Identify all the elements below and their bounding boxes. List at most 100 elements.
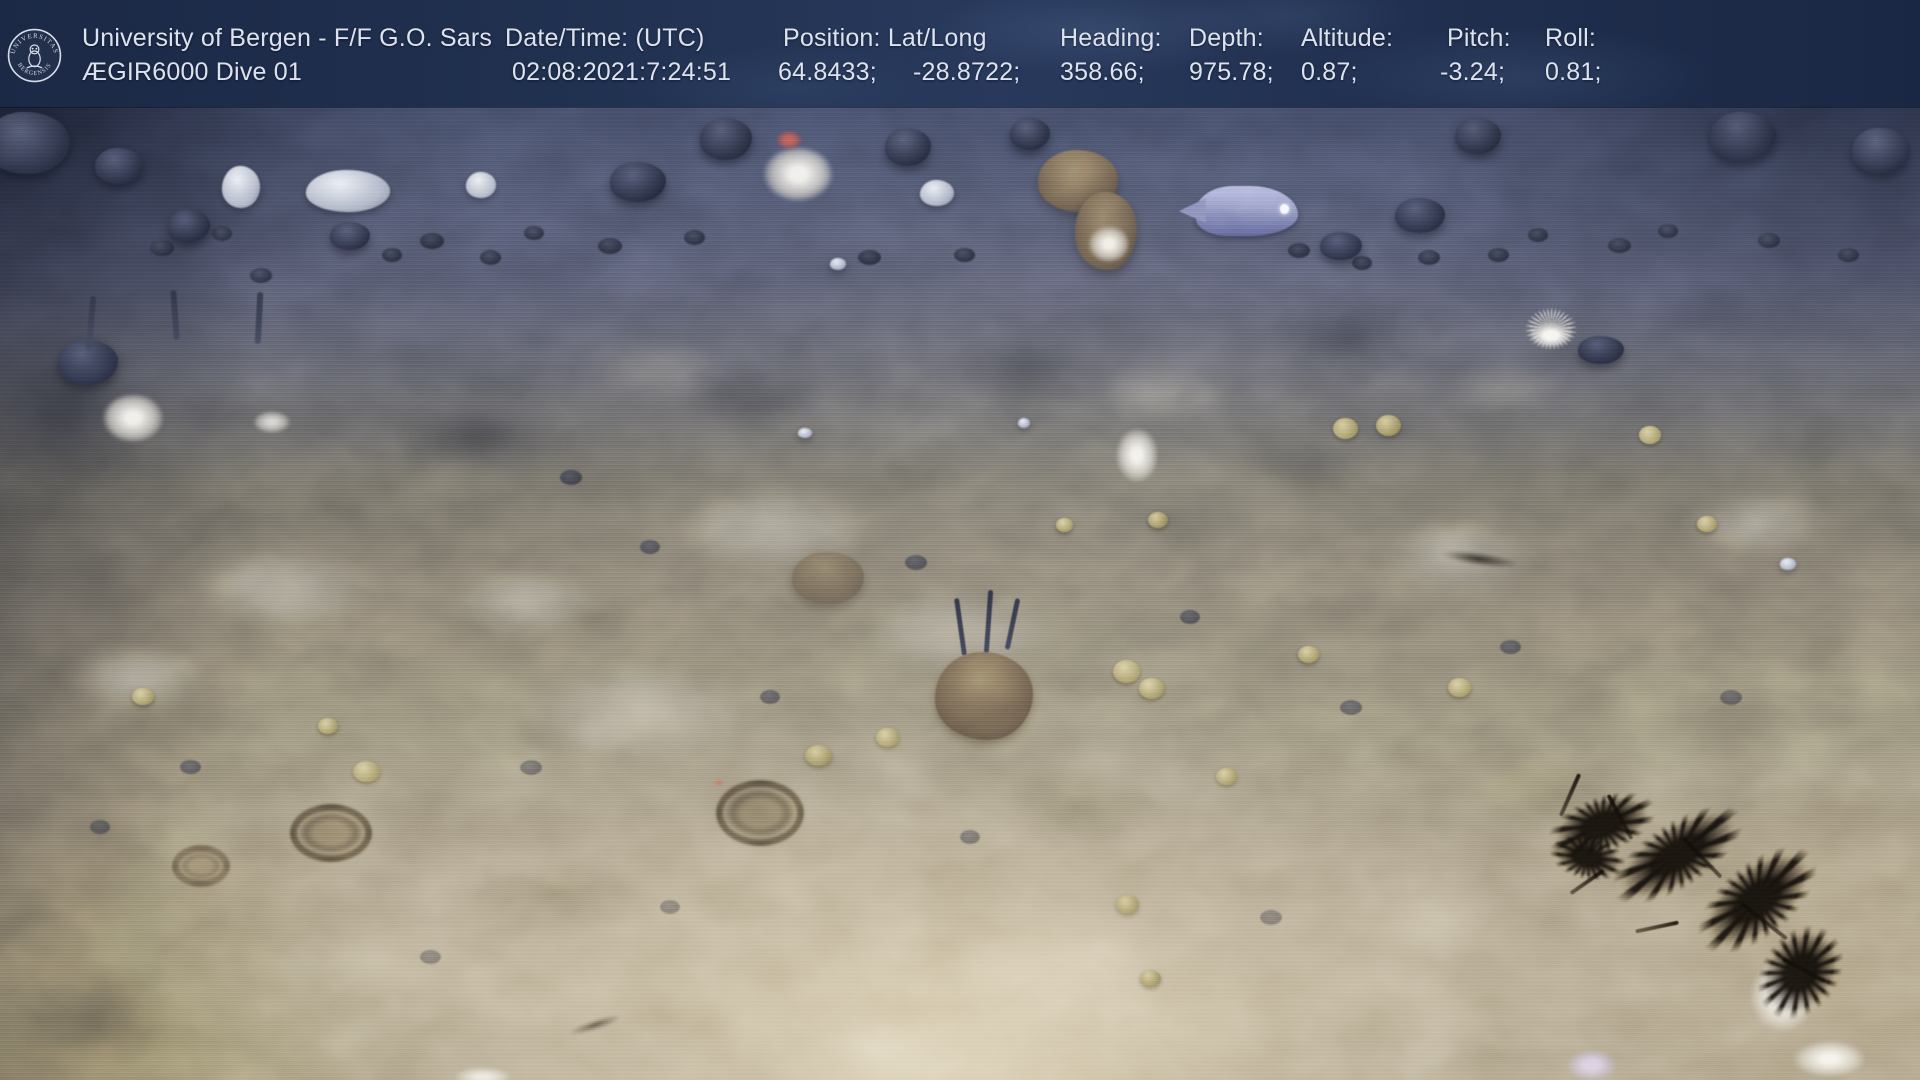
scene-feature-rock — [330, 222, 370, 250]
depth-label: Depth: — [1189, 24, 1264, 53]
position-lat-value: 64.8433; — [778, 58, 877, 87]
rov-video-frame: UNIVERSITAS BERGENSIS University of Berg… — [0, 0, 1920, 1080]
scene-feature-pebble — [905, 555, 927, 570]
scene-feature-pl — [420, 555, 630, 650]
scene-feature-ball — [805, 745, 832, 766]
dive-title: ÆGIR6000 Dive 01 — [82, 58, 302, 87]
scene-feature-rock — [610, 162, 666, 202]
roll-value: 0.81; — [1545, 58, 1602, 87]
scene-feature-ball — [318, 718, 338, 734]
scene-feature-pebble — [1260, 910, 1282, 925]
scene-feature-sponge — [93, 386, 173, 450]
scene-feature-ball — [1448, 678, 1471, 697]
datetime-label: Date/Time: (UTC) — [505, 24, 705, 53]
scene-feature-pebble — [180, 760, 201, 774]
scene-feature-pl — [1655, 475, 1865, 570]
scene-feature-pl — [30, 630, 240, 725]
vessel-title: University of Bergen - F/F G.O. Sars — [82, 24, 492, 53]
scene-feature-ball — [1697, 516, 1717, 532]
scene-feature-rock — [885, 128, 931, 166]
scene-feature-pdw — [960, 760, 1200, 860]
scene-feature-pebble — [1288, 243, 1310, 258]
scene-feature-pebble — [480, 250, 501, 265]
scene-feature-pebble — [420, 233, 444, 249]
scene-feature-mound — [792, 552, 864, 604]
scene-feature-pl — [545, 322, 755, 417]
scene-feature-sponge — [1782, 1035, 1877, 1080]
scene-feature-pebble — [560, 470, 582, 485]
scene-feature-stone — [466, 172, 496, 198]
scene-feature-spike — [1635, 920, 1679, 933]
scene-feature-pebble — [760, 690, 780, 704]
scene-feature-rock — [95, 148, 143, 184]
scene-feature-rock — [1010, 118, 1050, 150]
scene-feature-pd — [1225, 428, 1395, 503]
scene-feature-pd — [1235, 295, 1445, 380]
scene-feature-stone — [222, 166, 260, 208]
scene-feature-pebble — [1180, 610, 1200, 624]
scene-feature-ring — [290, 804, 372, 862]
scene-feature-ball — [876, 728, 899, 747]
scene-feature-pebble — [1658, 224, 1678, 238]
scene-feature-rock — [0, 112, 70, 174]
scene-feature-pl — [625, 465, 915, 590]
pitch-value: -3.24; — [1440, 58, 1505, 87]
scene-feature-pebble — [954, 248, 975, 262]
scene-feature-pebble — [598, 238, 622, 254]
scene-feature-pebble — [660, 900, 680, 914]
scene-feature-pl — [150, 530, 420, 645]
scene-feature-lav — [1560, 1045, 1624, 1080]
scene-feature-ball — [1376, 415, 1401, 436]
scene-feature-pebble — [1608, 238, 1631, 253]
scene-feature-ball — [1298, 646, 1319, 663]
scene-feature-pebble — [212, 226, 232, 241]
scene-feature-pebble — [1488, 248, 1509, 262]
scene-feature-mound — [935, 652, 1033, 740]
scene-feature-ball — [1148, 512, 1168, 528]
scene-feature-stone — [1018, 418, 1030, 428]
scene-feature-twig — [560, 1008, 631, 1043]
scene-feature-ball — [1140, 970, 1161, 987]
scene-feature-rock — [1320, 232, 1362, 260]
scene-feature-pl — [1420, 352, 1590, 427]
scene-feature-sponge — [1110, 420, 1164, 490]
scene-feature-pebble — [1838, 248, 1859, 262]
scene-feature-rock — [1578, 336, 1624, 364]
scene-feature-stalk — [255, 292, 264, 344]
depth-value: 975.78; — [1189, 58, 1274, 87]
scene-feature-rock — [168, 210, 210, 242]
scene-feature-pl — [470, 645, 800, 780]
scene-feature-ball — [1333, 418, 1358, 439]
scene-feature-fish — [1196, 186, 1298, 236]
scene-feature-ring — [172, 845, 230, 887]
scene-feature-sponge — [1082, 220, 1136, 268]
altitude-value: 0.87; — [1301, 58, 1358, 87]
heading-value: 358.66; — [1060, 58, 1145, 87]
scene-feature-pebble — [150, 240, 174, 256]
scene-feature-stone — [306, 170, 390, 212]
scene-feature-pebble — [520, 760, 542, 775]
scene-feature-pl — [240, 905, 500, 1015]
seafloor-scene — [0, 0, 1920, 1080]
scene-feature-pebble — [1758, 233, 1780, 248]
scene-feature-rock — [1852, 128, 1910, 174]
scene-feature-stone — [920, 180, 954, 206]
altitude-label: Altitude: — [1301, 24, 1393, 53]
roll-label: Roll: — [1545, 24, 1596, 53]
scene-feature-stone — [830, 258, 846, 270]
scene-feature-pebble — [1352, 256, 1372, 270]
scene-feature-pl — [1070, 352, 1260, 437]
scene-feature-anemred — [772, 128, 806, 152]
position-label: Position: Lat/Long — [783, 24, 987, 53]
scene-feature-pebble — [1340, 700, 1362, 715]
scene-feature-anem — [1518, 302, 1584, 356]
scene-feature-pl — [690, 990, 1110, 1080]
scene-feature-sponge — [248, 408, 296, 436]
scene-feature-ball — [1139, 678, 1164, 699]
scene-feature-ball — [1113, 660, 1140, 683]
scene-feature-pebble — [684, 230, 705, 245]
scene-feature-reddot — [712, 778, 726, 788]
scene-feature-pebble — [1418, 250, 1440, 265]
scene-feature-rock — [1455, 118, 1501, 154]
scene-feature-ball — [1216, 768, 1237, 785]
